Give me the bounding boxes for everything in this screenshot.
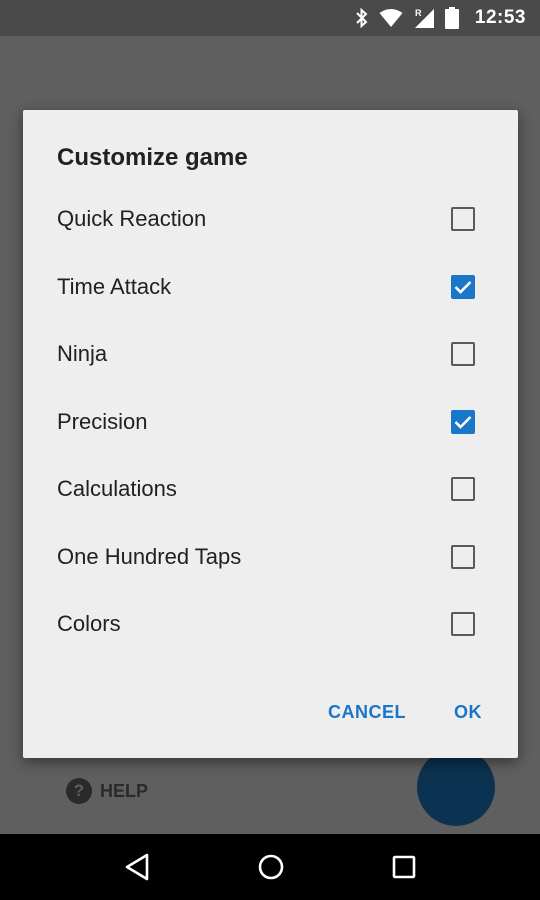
calculations-checkbox[interactable]	[451, 477, 475, 501]
colors-checkbox[interactable]	[451, 612, 475, 636]
option-label: Calculations	[57, 476, 177, 501]
svg-text:R: R	[415, 8, 422, 18]
help-label: HELP	[100, 780, 149, 801]
option-row-ninja[interactable]: Ninja	[23, 324, 518, 384]
quick-reaction-checkbox[interactable]	[451, 207, 475, 231]
cancel-button[interactable]: CANCEL	[328, 702, 406, 723]
home-icon[interactable]	[257, 853, 285, 881]
time-attack-checkbox[interactable]	[451, 275, 475, 299]
status-time: 12:53	[474, 7, 526, 28]
recents-icon[interactable]	[392, 855, 416, 879]
option-label: Quick Reaction	[57, 206, 207, 231]
dialog-actions: CANCEL OK	[328, 702, 482, 723]
navigation-bar	[0, 834, 540, 900]
option-label: Colors	[57, 611, 121, 636]
back-icon[interactable]	[124, 853, 150, 881]
option-label: Ninja	[57, 341, 108, 366]
ninja-checkbox[interactable]	[451, 342, 475, 366]
help-link[interactable]: ? HELP	[66, 778, 148, 804]
option-row-calculations[interactable]: Calculations	[23, 459, 518, 519]
customize-game-dialog: Customize game Quick Reaction Time Attac…	[23, 110, 518, 758]
option-row-one-hundred-taps[interactable]: One Hundred Taps	[23, 527, 518, 587]
status-bar: R 12:53	[0, 0, 540, 36]
signal-roaming-icon: R	[414, 8, 434, 28]
checkmark-icon	[454, 416, 472, 429]
option-row-time-attack[interactable]: Time Attack	[23, 257, 518, 317]
option-row-precision[interactable]: Precision	[23, 392, 518, 452]
option-label: Time Attack	[57, 274, 172, 299]
floating-action-button[interactable]	[417, 748, 495, 826]
bluetooth-icon	[356, 7, 368, 29]
precision-checkbox[interactable]	[451, 410, 475, 434]
option-row-colors[interactable]: Colors	[23, 594, 518, 654]
battery-icon	[444, 7, 459, 29]
option-label: Precision	[57, 409, 148, 434]
ok-button[interactable]: OK	[454, 702, 482, 723]
wifi-icon	[379, 9, 403, 27]
option-row-quick-reaction[interactable]: Quick Reaction	[23, 189, 518, 249]
one-hundred-taps-checkbox[interactable]	[451, 545, 475, 569]
help-icon: ?	[66, 778, 92, 804]
dialog-title: Customize game	[57, 144, 248, 171]
checkmark-icon	[454, 281, 472, 294]
option-label: One Hundred Taps	[57, 544, 242, 569]
